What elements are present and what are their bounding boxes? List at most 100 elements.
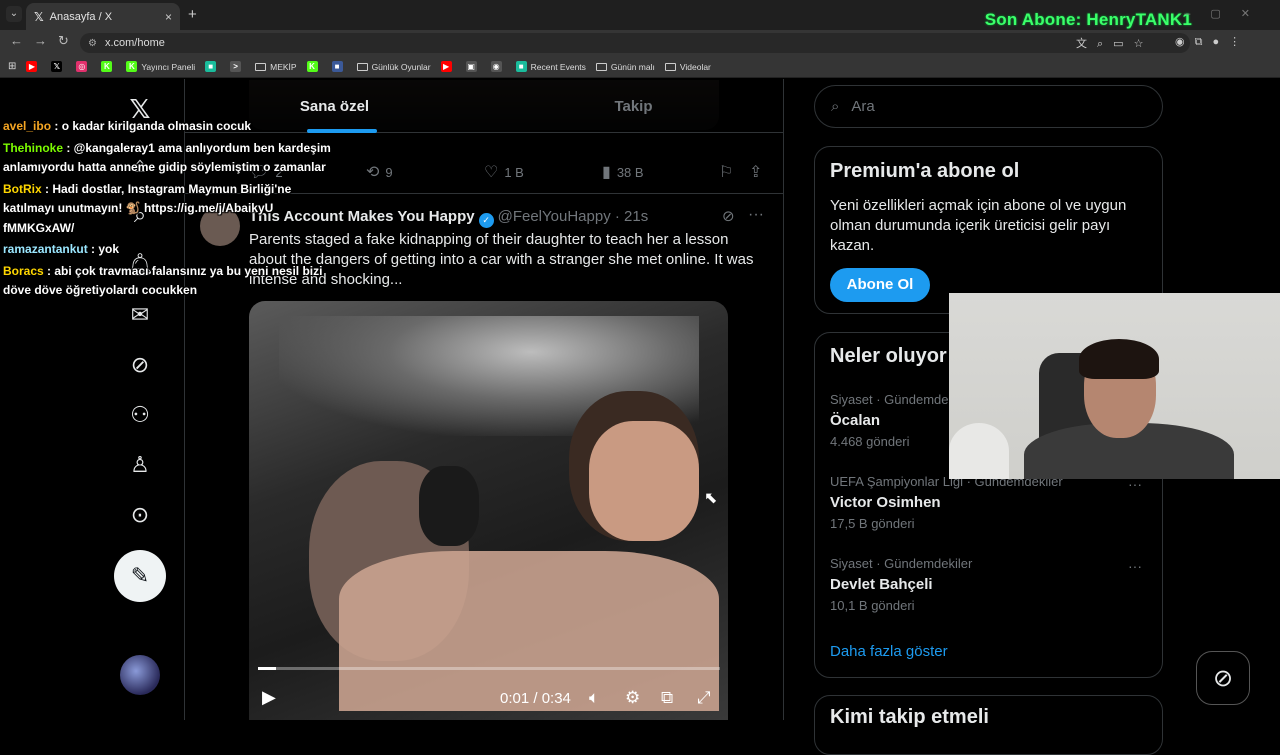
bookmark-item[interactable]: K (306, 61, 322, 72)
repost-count: 9 (385, 164, 393, 180)
folder-icon (356, 62, 368, 71)
menu-icon[interactable]: ⋮ (1229, 36, 1250, 48)
reload-icon[interactable]: ↻ (58, 33, 69, 49)
chat-message: Thehinoke : @kangaleray1 ama anlıyordum … (3, 139, 333, 178)
compose-post-button[interactable]: ✎ (114, 550, 166, 602)
bookmark-star-icon[interactable]: ☆ (1134, 38, 1154, 50)
tab-following[interactable]: Takip (484, 80, 783, 133)
bookmark-item[interactable]: ■ (331, 61, 347, 72)
back-icon[interactable]: ← (10, 33, 23, 48)
video-progress-track[interactable] (258, 667, 720, 670)
tab-title: Anasayfa / X (49, 10, 113, 23)
bookmark-item[interactable]: ■ (205, 61, 220, 72)
volume-icon[interactable]: 🔈︎ (589, 688, 599, 708)
x-logo-icon: 𝕏 (34, 9, 44, 24)
trend-name[interactable]: Victor Osimhen (830, 494, 941, 511)
bookmark-item[interactable]: K (101, 61, 116, 72)
video-man-face (589, 421, 699, 541)
profile-person-icon[interactable]: ♙ (125, 450, 155, 480)
share-button[interactable]: ⇪ (749, 162, 768, 182)
browser-tab[interactable]: 𝕏 Anasayfa / X × (26, 3, 180, 30)
account-avatar[interactable] (120, 655, 160, 695)
tweet-video[interactable] (249, 301, 728, 720)
bookmark-favicon-icon: ▶ (440, 61, 452, 72)
apps-icon[interactable]: ⊞ (8, 61, 16, 72)
trend-count: 4.468 gönderi (830, 434, 910, 449)
bookmark-item[interactable]: ▶ (440, 61, 456, 72)
chat-username: Boracs (3, 263, 44, 278)
tab-search-button[interactable]: ⌄ (6, 6, 22, 22)
grok-floating-button[interactable]: ⊘ (1196, 651, 1250, 705)
site-info-icon[interactable]: ⚙ (88, 38, 97, 49)
views-button[interactable]: ▮ 38 B (602, 162, 644, 182)
bookmark-favicon-icon: K (101, 61, 113, 72)
extensions-area[interactable]: ◉⧉●⋮ (1175, 35, 1250, 49)
play-icon[interactable]: ▶ (262, 687, 276, 708)
like-button[interactable]: ♡ 1 B (484, 162, 524, 182)
tweet-more-icon[interactable]: ··· (748, 206, 764, 224)
bookmark-item[interactable]: K Yayıncı Paneli (126, 61, 195, 72)
bookmark-item[interactable]: Günün malı (595, 61, 655, 72)
bookmark-item[interactable]: > (230, 61, 245, 72)
trend-more-icon[interactable]: ··· (1128, 558, 1142, 574)
search-placeholder: Ara (851, 98, 875, 115)
stream-overlay-last-subscriber: Son Abone: HenryTANK1 (984, 10, 1192, 29)
address-bar-actions[interactable]: 文⌕▭☆ (1076, 35, 1153, 51)
subscribe-button[interactable]: Abone Ol (830, 268, 930, 302)
bookmark-item[interactable]: ◎ (76, 61, 91, 72)
search-icon: ⌕ (831, 98, 840, 115)
show-more-link[interactable]: Daha fazla göster (830, 643, 948, 660)
like-count: 1 B (504, 164, 524, 180)
communities-icon[interactable]: ⚇ (125, 400, 155, 430)
trend-name[interactable]: Öcalan (830, 412, 880, 429)
new-tab-button[interactable]: + (188, 6, 197, 23)
bookmark-label: Günlük Oyunlar (371, 61, 431, 72)
webcam-object (949, 423, 1009, 479)
grok-explain-icon[interactable]: ⊘ (722, 207, 735, 225)
extension-icon[interactable]: ◉ (1175, 36, 1195, 48)
bookmark-item[interactable]: ■ Recent Events (515, 61, 586, 72)
picture-in-picture-icon[interactable]: ⧉ (661, 688, 673, 708)
bookmark-item[interactable]: ◉ (490, 61, 506, 72)
who-to-follow-title: Kimi takip etmeli (830, 706, 989, 728)
tweet-author-handle[interactable]: @FeelYouHappy · 21s (498, 208, 649, 225)
bookmark-button[interactable]: ⚐ (719, 162, 739, 182)
bookmark-item[interactable]: Günlük Oyunlar (356, 61, 431, 72)
bookmark-favicon-icon: K (306, 61, 318, 72)
cast-icon[interactable]: ▭ (1113, 38, 1133, 50)
more-circle-icon[interactable]: ⊙ (125, 500, 155, 530)
video-settings-gear-icon[interactable]: ⚙ (625, 688, 640, 708)
premium-description: Yeni özellikleri açmak için abone ol ve … (830, 197, 1127, 254)
chat-username: avel_ibo (3, 119, 52, 133)
search-input[interactable]: ⌕ Ara (814, 85, 1163, 128)
bookmark-item[interactable]: ▶ (26, 61, 41, 72)
bookmark-item[interactable]: ▣ (465, 61, 481, 72)
profile-icon[interactable]: ● (1212, 36, 1229, 48)
messages-mail-icon[interactable]: ✉ (125, 300, 155, 330)
trend-count: 17,5 B gönderi (830, 516, 915, 531)
grok-icon[interactable]: ⊘ (125, 350, 155, 380)
url-field[interactable]: ⚙ x.com/home (80, 33, 1190, 53)
bookmark-item[interactable]: 𝕏 (51, 61, 66, 72)
forward-icon[interactable]: → (34, 33, 47, 48)
bookmark-item[interactable]: MEKİP (255, 62, 297, 72)
window-controls[interactable]: –▢✕ (1184, 7, 1270, 20)
bookmark-label: Günün malı (610, 61, 655, 72)
folder-icon (664, 62, 676, 71)
video-masked-figure (419, 466, 479, 546)
trend-name[interactable]: Devlet Bahçeli (830, 576, 933, 593)
repost-icon: ⟲ (366, 164, 380, 181)
bookmark-label: Recent Events (530, 61, 586, 72)
zoom-icon[interactable]: ⌕ (1097, 38, 1113, 50)
close-tab-icon[interactable]: × (165, 10, 172, 24)
video-time: 0:01 / 0:34 (500, 690, 571, 707)
trend-count: 10,1 B gönderi (830, 598, 915, 613)
bookmark-item[interactable]: Videolar (664, 62, 711, 72)
chat-text: : o kadar kirilganda olmasin cocuk (51, 119, 252, 133)
puzzle-icon[interactable]: ⧉ (1195, 36, 1213, 48)
translate-icon[interactable]: 文 (1076, 38, 1097, 50)
webcam-person-hair (1079, 339, 1159, 379)
fullscreen-icon[interactable]: ⤢ (697, 688, 711, 708)
repost-button[interactable]: ⟲ 9 (366, 162, 393, 182)
bookmark-favicon-icon: ▶ (26, 61, 38, 72)
